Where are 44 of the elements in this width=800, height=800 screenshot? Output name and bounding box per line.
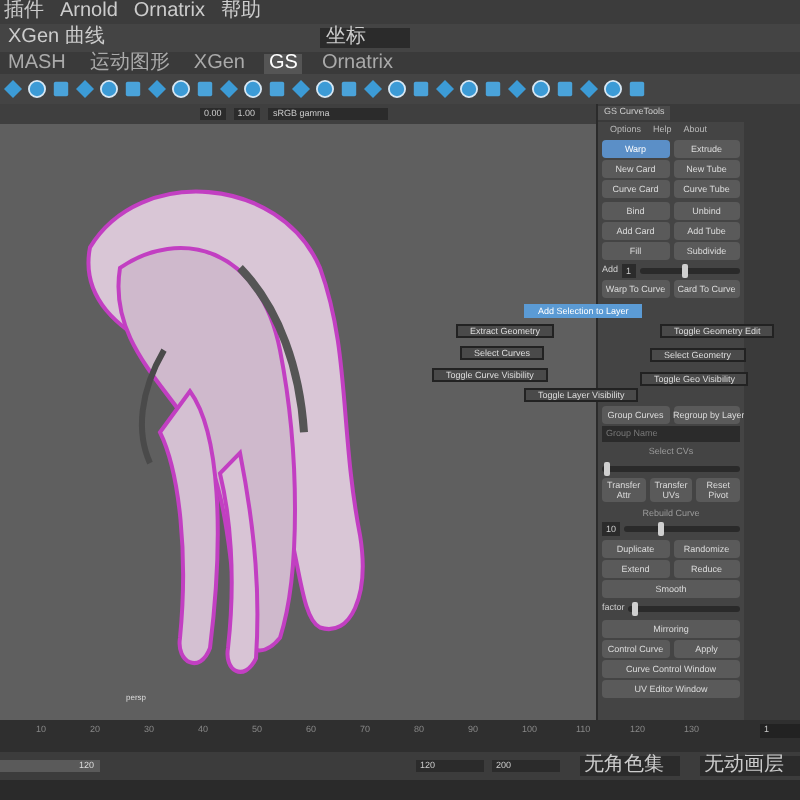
square-icon[interactable] — [556, 80, 574, 98]
circle-icon[interactable] — [244, 80, 262, 98]
diamond-icon[interactable] — [4, 80, 22, 98]
circle-icon[interactable] — [388, 80, 406, 98]
diamond-icon[interactable] — [148, 80, 166, 98]
shelf-tab[interactable]: 运动图形 — [85, 53, 174, 73]
diamond-icon[interactable] — [508, 80, 526, 98]
anim-layer-dropdown[interactable]: 无动画层 — [700, 756, 800, 776]
menu-item[interactable]: Ornatrix — [133, 2, 205, 22]
circle-icon[interactable] — [316, 80, 334, 98]
slider-handle[interactable] — [657, 522, 663, 537]
slider-handle[interactable] — [631, 602, 638, 617]
square-icon[interactable] — [268, 80, 286, 98]
menu-item[interactable]: 帮助 — [220, 2, 261, 22]
square-icon[interactable] — [412, 80, 430, 98]
circle-icon[interactable] — [532, 80, 550, 98]
circle-icon[interactable] — [604, 80, 622, 98]
square-icon[interactable] — [628, 80, 646, 98]
circle-icon[interactable] — [100, 80, 118, 98]
diamond-icon[interactable] — [580, 80, 598, 98]
square-icon[interactable] — [196, 80, 214, 98]
square-icon[interactable] — [484, 80, 502, 98]
slider-handle[interactable] — [681, 263, 688, 278]
square-icon[interactable] — [340, 80, 358, 98]
square-icon[interactable] — [124, 80, 142, 98]
shelf-tab[interactable]: MASH — [4, 53, 70, 73]
diamond-icon[interactable] — [364, 80, 382, 98]
shelf-tab[interactable]: XGen — [189, 53, 249, 73]
diamond-icon[interactable] — [220, 80, 238, 98]
diamond-icon[interactable] — [292, 80, 310, 98]
diamond-icon[interactable] — [76, 80, 94, 98]
circle-icon[interactable] — [460, 80, 478, 98]
menu-item[interactable]: Arnold — [60, 2, 118, 22]
diamond-icon[interactable] — [436, 80, 454, 98]
menu-item[interactable]: 插件 — [4, 2, 44, 22]
square-icon[interactable] — [52, 80, 70, 98]
shelf-tab[interactable]: Ornatrix — [317, 53, 397, 73]
mode-dropdown[interactable]: XGen 曲线 — [8, 28, 128, 48]
circle-icon[interactable] — [172, 80, 190, 98]
workspace-dropdown[interactable]: 坐标 — [320, 28, 410, 48]
slider-handle[interactable] — [604, 461, 611, 476]
circle-icon[interactable] — [28, 80, 46, 98]
character-set-dropdown[interactable]: 无角色集 — [580, 756, 680, 776]
shelf-tab[interactable]: GS — [264, 53, 302, 73]
